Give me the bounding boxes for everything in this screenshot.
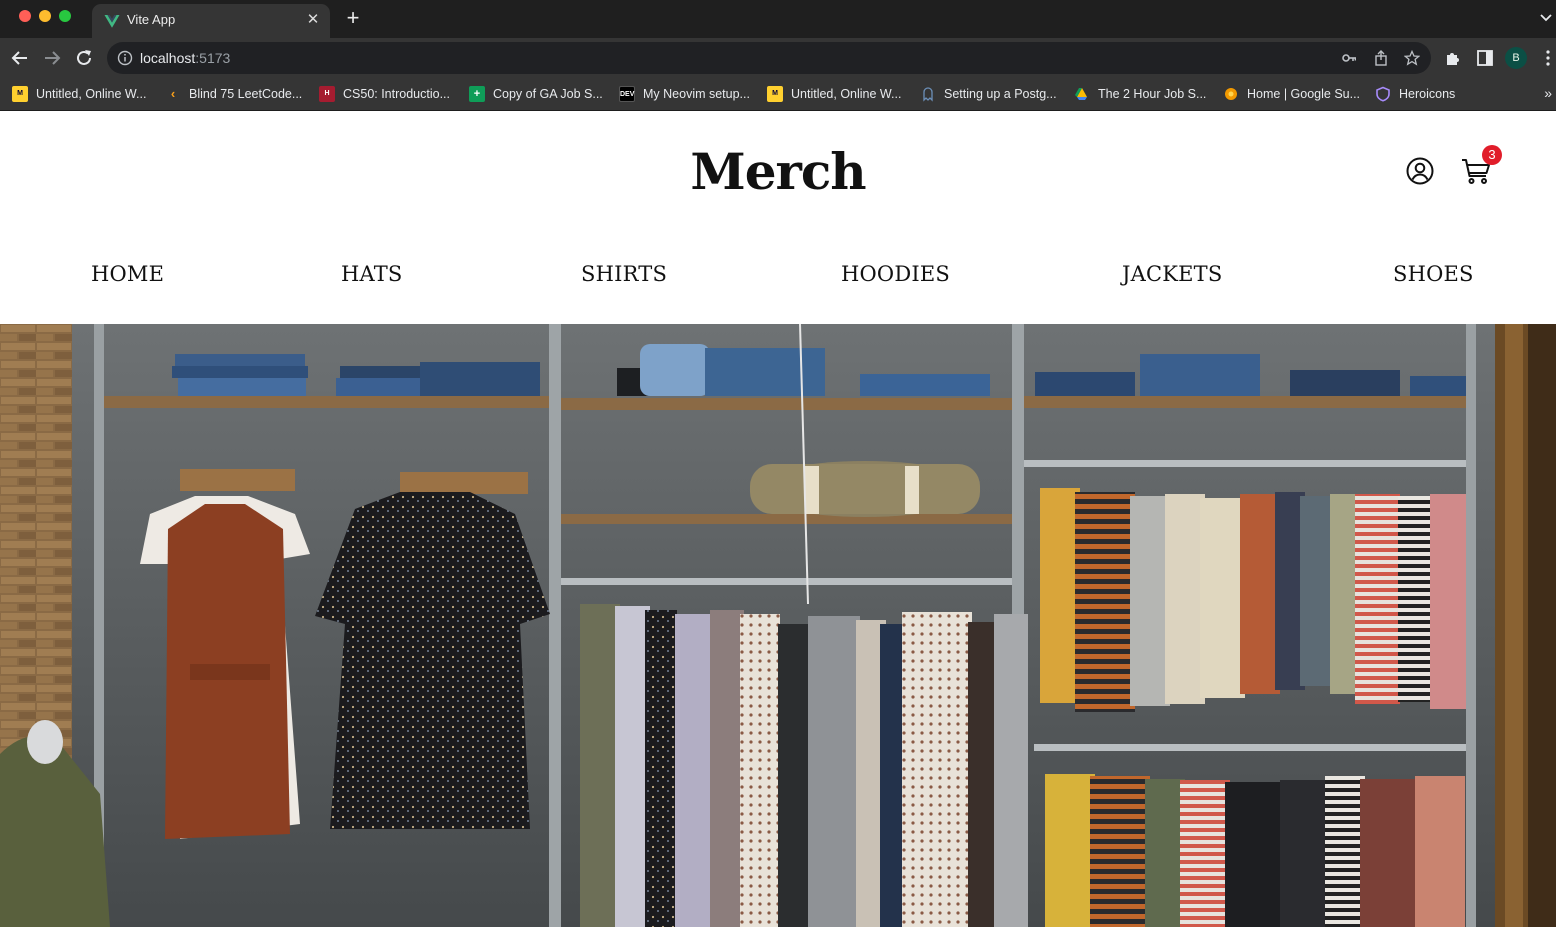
close-window-button[interactable] (19, 10, 31, 22)
bookmark-label: Copy of GA Job S... (493, 87, 603, 101)
bookmark-item[interactable]: M Untitled, Online W... (12, 85, 146, 103)
miro-icon: M (12, 86, 28, 102)
bookmark-item[interactable]: Heroicons (1375, 85, 1455, 103)
reload-icon[interactable] (73, 47, 95, 69)
url-text: localhost:5173 (140, 50, 230, 66)
nav-hoodies[interactable]: HOODIES (841, 262, 950, 286)
bookmark-label: Home | Google Su... (1247, 87, 1361, 101)
side-panel-icon[interactable] (1476, 49, 1494, 67)
miro-icon: M (767, 86, 783, 102)
more-menu-icon[interactable] (1545, 47, 1551, 69)
hero-image (0, 324, 1556, 927)
tab-title: Vite App (127, 12, 176, 27)
bookmark-item[interactable]: M Untitled, Online W... (767, 85, 901, 103)
nav-hats[interactable]: HATS (341, 262, 403, 286)
page: Merch 3 HOME HATS SHIRTS HOODIES JACKETS… (0, 112, 1556, 927)
postgres-icon (923, 87, 933, 102)
close-icon[interactable]: ✕ (304, 11, 322, 29)
bookmark-label: Untitled, Online W... (791, 87, 902, 101)
nav-home[interactable]: HOME (91, 262, 164, 286)
nav-shoes[interactable]: SHOES (1393, 262, 1474, 286)
bookmark-item[interactable]: DEV My Neovim setup... (619, 85, 750, 103)
bookmark-item[interactable]: H CS50: Introductio... (319, 85, 450, 103)
url-host: localhost (140, 50, 196, 66)
forward-arrow-icon[interactable] (41, 47, 63, 69)
bookmark-label: Heroicons (1399, 87, 1456, 101)
main-nav: HOME HATS SHIRTS HOODIES JACKETS SHOES (0, 262, 1556, 294)
shield-icon (1376, 86, 1390, 102)
harvard-icon: H (319, 86, 335, 102)
minimize-window-button[interactable] (39, 10, 51, 22)
bookmark-item[interactable]: Home | Google Su... (1223, 85, 1360, 103)
info-icon[interactable] (117, 50, 133, 66)
vue-logo-icon (104, 15, 120, 28)
bookmark-item[interactable]: + Copy of GA Job S... (469, 85, 603, 103)
browser-tab-strip: Vite App ✕ + (0, 0, 1556, 38)
bookmark-label: CS50: Introductio... (343, 87, 451, 101)
bookmark-item[interactable]: ‹ Blind 75 LeetCode... (165, 85, 302, 103)
site-logo[interactable]: Merch (0, 142, 1556, 201)
plus-icon[interactable]: + (343, 7, 363, 30)
bookmark-label: Untitled, Online W... (36, 87, 147, 101)
bookmark-label: Setting up a Postg... (944, 87, 1057, 101)
sheets-icon: + (469, 86, 485, 102)
dev-icon: DEV (619, 86, 635, 102)
back-arrow-icon[interactable] (9, 47, 31, 69)
user-circle-icon[interactable] (1405, 156, 1435, 186)
bookmark-item[interactable]: The 2 Hour Job S... (1074, 85, 1206, 103)
chevron-down-icon[interactable] (1538, 10, 1554, 26)
key-icon[interactable] (1341, 50, 1357, 66)
bookmarks-overflow-button[interactable]: » (1544, 85, 1552, 101)
leetcode-icon: ‹ (170, 86, 176, 101)
gear-flower-icon (1225, 88, 1237, 100)
address-bar[interactable]: localhost:5173 (107, 42, 1431, 74)
profile-avatar[interactable]: B (1505, 47, 1527, 69)
url-port: :5173 (195, 50, 231, 66)
maximize-window-button[interactable] (59, 10, 71, 22)
bookmark-label: My Neovim setup... (643, 87, 750, 101)
browser-tab[interactable]: Vite App ✕ (92, 4, 330, 38)
drive-icon (1075, 88, 1087, 100)
share-icon[interactable] (1373, 50, 1389, 66)
bookmark-label: Blind 75 LeetCode... (189, 87, 303, 101)
clothing-store-racks-photo (0, 324, 1556, 927)
bookmark-label: The 2 Hour Job S... (1098, 87, 1207, 101)
puzzle-extensions-icon[interactable] (1444, 49, 1462, 67)
nav-jackets[interactable]: JACKETS (1122, 262, 1222, 286)
cart-count-badge: 3 (1482, 145, 1502, 165)
nav-shirts[interactable]: SHIRTS (581, 262, 667, 286)
bookmark-item[interactable]: Setting up a Postg... (920, 85, 1057, 103)
bookmarks-bar: M Untitled, Online W... ‹ Blind 75 LeetC… (0, 78, 1556, 111)
browser-toolbar: localhost:5173 B (0, 38, 1556, 78)
star-icon[interactable] (1404, 50, 1420, 66)
